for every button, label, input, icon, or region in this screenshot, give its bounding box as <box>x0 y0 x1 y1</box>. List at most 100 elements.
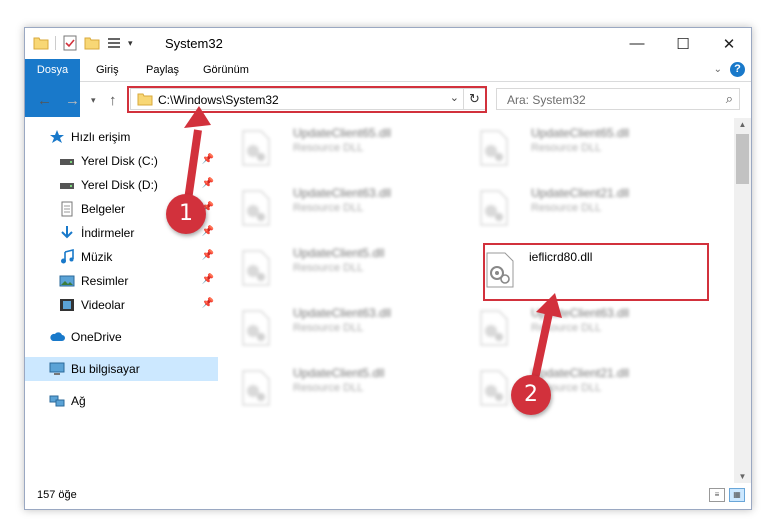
sidebar-item-local-disk-c[interactable]: Yerel Disk (C:) 📌 <box>25 149 218 173</box>
file-item[interactable]: UpdateClient65.dll Resource DLL <box>223 118 448 176</box>
step-1-badge: 1 <box>166 194 206 234</box>
file-item[interactable]: UpdateClient65.dll Resource DLL <box>461 118 686 176</box>
tiles-view-icon[interactable]: ▦ <box>729 488 745 502</box>
sidebar-item-label: Resimler <box>81 274 129 288</box>
sidebar-item-label: Ağ <box>71 394 86 408</box>
file-item[interactable]: UpdateClient63.dll Resource DLL <box>223 298 448 356</box>
dll-file-icon <box>242 250 270 286</box>
cloud-icon <box>50 332 65 341</box>
pin-icon[interactable]: 📌 <box>202 154 214 165</box>
file-highlight <box>483 243 709 301</box>
documents-icon <box>61 201 73 217</box>
dll-file-icon <box>242 190 270 226</box>
recent-locations-icon[interactable]: ▾ <box>91 95 96 106</box>
up-arrow-icon[interactable]: ↑ <box>109 92 117 109</box>
file-name: UpdateClient63.dll <box>293 186 392 200</box>
file-name: UpdateClient65.dll <box>293 126 392 140</box>
search-input[interactable]: Ara: System32 <box>507 93 586 107</box>
back-arrow-icon[interactable]: ← <box>37 92 52 109</box>
file-name: UpdateClient5.dll <box>293 366 385 380</box>
sidebar-item-label: Müzik <box>81 250 113 264</box>
file-item[interactable]: UpdateClient63.dll Resource DLL <box>461 298 686 356</box>
pin-icon[interactable]: 📌 <box>202 178 214 189</box>
sidebar-item-label: Videolar <box>81 298 125 312</box>
chevron-down-icon[interactable]: ▾ <box>128 38 133 49</box>
star-icon <box>50 130 64 143</box>
dll-file-icon <box>480 190 508 226</box>
sidebar-item-label: OneDrive <box>71 330 122 344</box>
expand-ribbon-icon[interactable]: ⌄ <box>714 64 722 75</box>
forward-arrow-icon[interactable]: → <box>65 92 80 109</box>
file-name: UpdateClient21.dll <box>531 186 630 200</box>
customize-icon[interactable] <box>106 35 122 51</box>
step-2-badge: 2 <box>511 375 551 415</box>
file-name: UpdateClient21.dll <box>531 366 630 380</box>
item-count: 157 öğe <box>37 489 77 501</box>
scroll-down-icon[interactable]: ▼ <box>734 472 751 481</box>
pin-icon[interactable]: 📌 <box>202 274 214 285</box>
title-bar: ▾ System32 — ☐ ✕ <box>25 28 751 59</box>
file-description: Resource DLL <box>293 262 364 274</box>
sidebar-item-videos[interactable]: Videolar 📌 <box>25 293 218 317</box>
sidebar-item-label: İndirmeler <box>81 226 135 240</box>
file-description: Resource DLL <box>531 322 602 334</box>
pictures-icon <box>59 275 75 287</box>
sidebar-item-label: Hızlı erişim <box>71 130 131 144</box>
file-name: UpdateClient5.dll <box>293 246 385 260</box>
sidebar-item-onedrive[interactable]: OneDrive <box>25 325 218 349</box>
computer-icon <box>49 362 65 375</box>
tab-home[interactable]: Giriş <box>86 59 129 82</box>
close-button[interactable]: ✕ <box>706 28 751 59</box>
window-title: System32 <box>165 36 223 51</box>
file-description: Resource DLL <box>293 142 364 154</box>
file-item[interactable]: UpdateClient5.dll Resource DLL <box>223 358 448 416</box>
search-box[interactable]: Ara: System32 ⌕ <box>496 88 740 110</box>
folder-icon <box>33 37 49 50</box>
sidebar-item-label: Bu bilgisayar <box>71 362 140 376</box>
dll-file-icon <box>242 370 270 406</box>
pin-icon[interactable]: 📌 <box>202 250 214 261</box>
maximize-button[interactable]: ☐ <box>660 28 706 59</box>
drive-icon <box>60 159 74 165</box>
dll-file-icon <box>242 130 270 166</box>
sidebar-item-pictures[interactable]: Resimler 📌 <box>25 269 218 293</box>
file-item[interactable]: UpdateClient63.dll Resource DLL <box>223 178 448 236</box>
tab-view[interactable]: Görünüm <box>193 59 259 82</box>
file-name: UpdateClient65.dll <box>531 126 630 140</box>
details-view-icon[interactable]: ≡ <box>709 488 725 502</box>
file-item[interactable]: UpdateClient5.dll Resource DLL <box>223 238 448 296</box>
download-icon <box>61 226 73 239</box>
file-description: Resource DLL <box>293 382 364 394</box>
sidebar-item-music[interactable]: Müzik 📌 <box>25 245 218 269</box>
sidebar-item-quick-access[interactable]: Hızlı erişim <box>25 125 218 149</box>
minimize-button[interactable]: — <box>614 28 660 59</box>
explorer-window: ▾ System32 — ☐ ✕ Dosya Giriş Paylaş Görü… <box>24 27 752 510</box>
file-item[interactable]: UpdateClient21.dll Resource DLL <box>461 358 686 416</box>
pin-icon[interactable]: 📌 <box>202 298 214 309</box>
help-icon[interactable]: ? <box>730 62 745 77</box>
pin-icon[interactable]: 📌 <box>202 226 214 237</box>
vertical-scrollbar[interactable]: ▲ ▼ <box>734 118 751 483</box>
search-icon[interactable]: ⌕ <box>726 91 733 107</box>
music-icon <box>61 249 74 264</box>
quick-access-toolbar: ▾ <box>33 35 133 51</box>
properties-icon[interactable] <box>62 35 78 51</box>
view-switcher: ≡ ▦ <box>709 488 745 502</box>
file-description: Resource DLL <box>531 202 602 214</box>
file-description: Resource DLL <box>531 142 602 154</box>
sidebar-item-network[interactable]: Ağ <box>25 389 218 413</box>
file-item[interactable]: UpdateClient21.dll Resource DLL <box>461 178 686 236</box>
sidebar-item-this-pc[interactable]: Bu bilgisayar <box>25 357 218 381</box>
address-highlight <box>127 86 487 113</box>
file-description: Resource DLL <box>293 202 364 214</box>
scrollbar-thumb[interactable] <box>736 134 749 184</box>
navigation-pane: Hızlı erişim Yerel Disk (C:) 📌 Yerel Dis… <box>25 123 218 483</box>
scroll-up-icon[interactable]: ▲ <box>734 120 751 129</box>
file-description: Resource DLL <box>293 322 364 334</box>
new-folder-icon[interactable] <box>84 35 100 51</box>
ribbon-tabs: Dosya Giriş Paylaş Görünüm ⌄ ? <box>25 59 751 117</box>
tab-share[interactable]: Paylaş <box>136 59 189 82</box>
network-icon <box>49 395 65 407</box>
sidebar-item-label: Belgeler <box>81 202 126 216</box>
dll-file-icon <box>480 310 508 346</box>
